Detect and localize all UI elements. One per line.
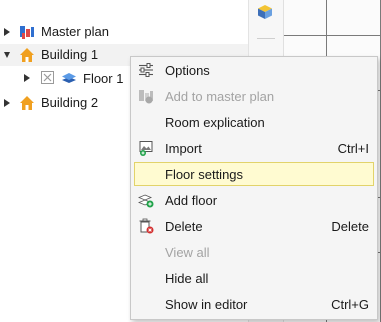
toolbar-separator [257,38,275,39]
visibility-checkbox[interactable] [41,71,54,84]
expand-arrow-icon[interactable] [4,98,10,107]
grid-line [284,35,381,36]
add-floor-icon [137,192,154,208]
expand-arrow-icon[interactable] [24,73,30,82]
delete-icon [138,218,154,234]
tree-item-label: Building 1 [41,47,99,62]
shortcut-text: Delete [331,219,369,234]
house-icon [19,95,35,111]
collapse-arrow-icon[interactable] [4,52,10,58]
menu-item-floor-settings[interactable]: Floor settings [134,162,374,186]
master-plan-icon [19,24,35,40]
menu-item-view-all[interactable]: View all [134,240,374,264]
menu-item-delete[interactable]: Delete Delete [134,214,374,238]
menu-item-add-floor[interactable]: Add floor [134,188,374,212]
menu-item-hide-all[interactable]: Hide all [134,266,374,290]
shortcut-text: Ctrl+I [337,141,369,156]
tree-item-label: Master plan [41,24,109,39]
sliders-icon [138,62,154,78]
3d-cube-icon[interactable] [257,4,273,20]
house-icon [19,47,35,63]
shortcut-text: Ctrl+G [331,297,369,312]
menu-item-import[interactable]: Import Ctrl+I [134,136,374,160]
context-menu: Options Add to master plan Room explicat… [130,56,378,320]
import-icon [138,140,154,156]
menu-item-room-explication[interactable]: Room explication [134,110,374,134]
tree-item-master-plan[interactable]: Master plan [0,21,248,43]
menu-item-add-to-master-plan[interactable]: Add to master plan [134,84,374,108]
tree-item-label: Building 2 [41,95,99,110]
menu-item-show-in-editor[interactable]: Show in editor Ctrl+G [134,292,374,316]
tree-item-label: Floor 1 [83,71,124,86]
expand-arrow-icon[interactable] [4,27,10,36]
layers-icon [61,70,77,86]
menu-item-options[interactable]: Options [134,58,374,82]
master-plan-icon [138,88,154,104]
